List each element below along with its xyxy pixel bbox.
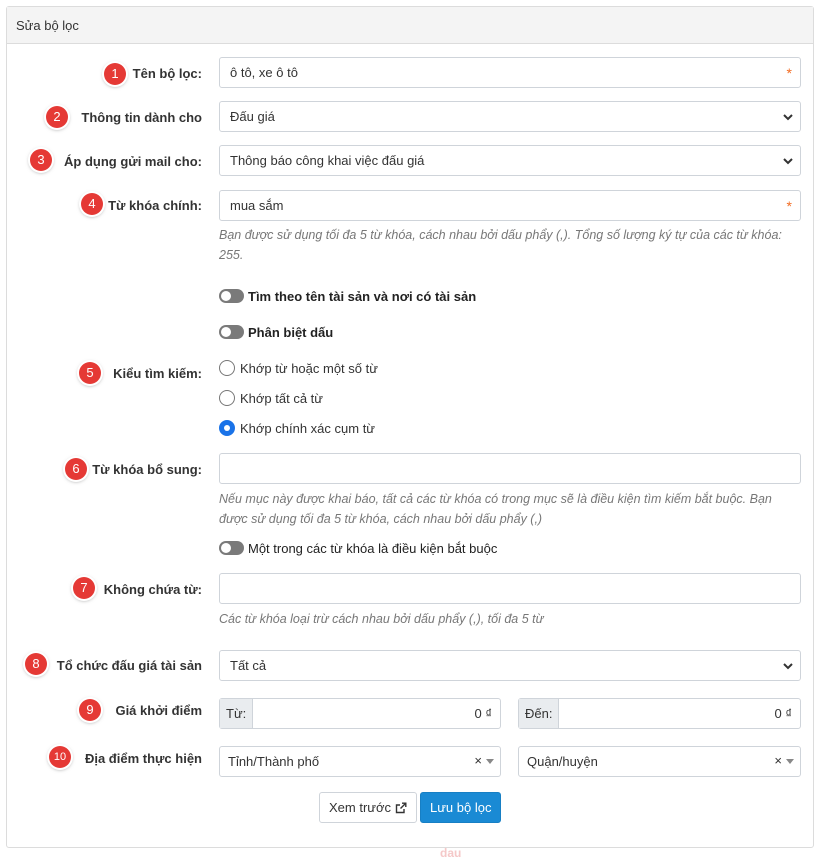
caret-down-icon [486, 759, 494, 764]
toggle-switch[interactable] [219, 541, 244, 555]
step-badge-3: 3 [30, 149, 52, 171]
info-for-value: Đấu giá [230, 109, 275, 124]
preview-button-label: Xem trước [329, 800, 392, 815]
step-badge-5: 5 [79, 362, 101, 384]
price-from-label: Từ: [220, 699, 254, 728]
price-to-input[interactable]: Đến: 0 ₫ [518, 698, 801, 729]
radio-button[interactable] [219, 420, 235, 436]
step-badge-9: 9 [79, 699, 101, 721]
price-to-value: 0 ₫ [774, 706, 792, 721]
step-badge-4: 4 [81, 193, 103, 215]
save-filter-button-label: Lưu bộ lọc [430, 800, 492, 815]
auction-org-label: Tổ chức đấu giá tài sản [56, 658, 202, 673]
step-badge-8: 8 [25, 653, 47, 675]
radio-label: Khớp từ hoặc một số từ [240, 360, 378, 376]
toggle-switch[interactable] [219, 289, 244, 303]
toggle-label: Tìm theo tên tài sản và nơi có tài sản [248, 288, 477, 304]
clear-icon[interactable]: × [774, 753, 782, 768]
search-type-label: Kiểu tìm kiếm: [113, 366, 202, 381]
filter-name-input[interactable]: ô tô, xe ô tô * [219, 57, 801, 88]
province-value: Tỉnh/Thành phố [228, 754, 320, 769]
step-badge-10: 10 [49, 746, 71, 768]
radio-option-any-words[interactable]: Khớp từ hoặc một số từ [219, 358, 378, 378]
extra-keyword-label: Từ khóa bổ sung: [92, 462, 202, 477]
toggle-accent-sensitive[interactable]: Phân biệt dấu [219, 322, 333, 342]
auction-org-select[interactable]: Tất cả [219, 650, 801, 681]
required-marker: * [786, 198, 792, 214]
price-from-input[interactable]: Từ: 0 ₫ [219, 698, 501, 729]
radio-button[interactable] [219, 390, 235, 406]
mail-apply-select[interactable]: Thông báo công khai việc đấu giá [219, 145, 801, 176]
district-select[interactable]: Quận/huyện × [518, 746, 801, 777]
caret-down-icon [786, 759, 794, 764]
price-to-label: Đến: [519, 699, 560, 728]
step-badge-1: 1 [104, 63, 126, 85]
district-value: Quận/huyện [527, 754, 598, 769]
price-from-value: 0 ₫ [474, 706, 492, 721]
chevron-down-icon [783, 114, 793, 121]
step-badge-6: 6 [65, 458, 87, 480]
required-marker: * [786, 65, 792, 81]
main-keyword-value: mua sắm [230, 198, 284, 213]
preview-button[interactable]: Xem trước [319, 792, 418, 823]
radio-label: Khớp tất cả từ [240, 390, 323, 406]
external-link-icon [395, 802, 407, 813]
toggle-search-asset-name[interactable]: Tìm theo tên tài sản và nơi có tài sản [219, 286, 476, 306]
filter-name-label: Tên bộ lọc: [132, 66, 202, 81]
chevron-down-icon [783, 663, 793, 670]
location-label: Địa điểm thực hiện [84, 751, 202, 766]
main-keyword-help: Bạn được sử dụng tối đa 5 từ khóa, cách … [219, 228, 782, 262]
radio-option-all-words[interactable]: Khớp tất cả từ [219, 388, 323, 408]
radio-option-exact-phrase[interactable]: Khớp chính xác cụm từ [219, 418, 375, 438]
info-for-select[interactable]: Đấu giá [219, 101, 801, 132]
info-for-label: Thông tin dành cho [81, 110, 202, 125]
auction-org-value: Tất cả [230, 658, 267, 673]
exclude-words-label: Không chứa từ: [103, 582, 202, 597]
save-filter-button[interactable]: Lưu bộ lọc [420, 792, 502, 823]
extra-keyword-input[interactable] [219, 453, 801, 484]
step-badge-2: 2 [46, 106, 68, 128]
exclude-words-help: Các từ khóa loại trừ cách nhau bởi dấu p… [219, 612, 544, 626]
clear-icon[interactable]: × [474, 753, 482, 768]
toggle-label: Phân biệt dấu [248, 324, 334, 340]
panel-title: Sửa bộ lọc [7, 7, 813, 44]
main-keyword-input[interactable]: mua sắm * [219, 190, 801, 221]
province-select[interactable]: Tỉnh/Thành phố × [219, 746, 501, 777]
step-badge-7: 7 [73, 577, 95, 599]
radio-button[interactable] [219, 360, 235, 376]
mail-apply-label: Áp dụng gửi mail cho: [64, 154, 202, 169]
filter-name-value: ô tô, xe ô tô [230, 65, 298, 80]
toggle-switch[interactable] [219, 325, 244, 339]
start-price-label: Giá khởi điểm [115, 703, 202, 718]
main-keyword-label: Từ khóa chính: [108, 198, 202, 213]
mail-apply-value: Thông báo công khai việc đấu giá [230, 153, 425, 168]
toggle-label: Một trong các từ khóa là điều kiện bắt b… [248, 540, 498, 556]
exclude-words-input[interactable] [219, 573, 801, 604]
extra-keyword-help: Nếu mục này được khai báo, tất cả các từ… [219, 492, 772, 526]
radio-label: Khớp chính xác cụm từ [240, 420, 376, 436]
chevron-down-icon [783, 158, 793, 165]
toggle-one-keyword-required[interactable]: Một trong các từ khóa là điều kiện bắt b… [219, 538, 497, 558]
